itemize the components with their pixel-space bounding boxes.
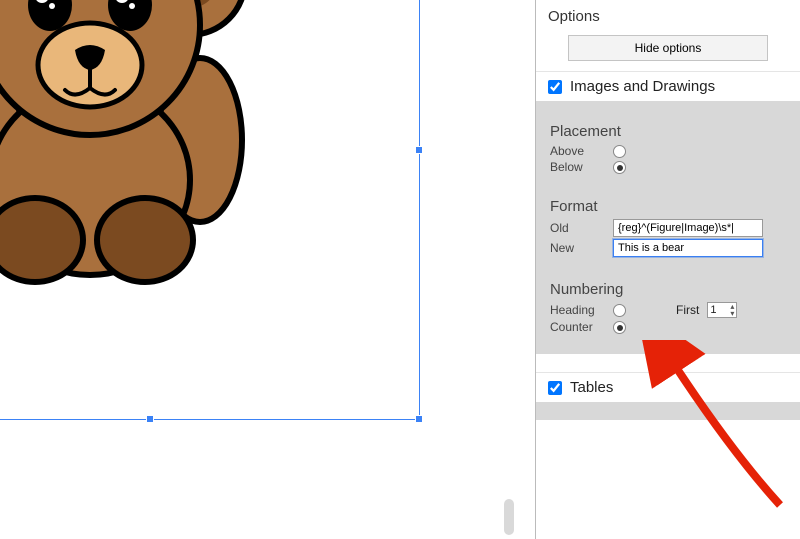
section-body-tables <box>536 402 800 420</box>
placement-above-radio[interactable] <box>613 145 626 158</box>
numbering-first-stepper[interactable]: 1 ▴▾ <box>707 302 737 318</box>
resize-handle-corner[interactable] <box>415 415 423 423</box>
format-old-label: Old <box>550 221 605 235</box>
numbering-first-value: 1 <box>710 304 716 316</box>
placement-below-label: Below <box>550 160 605 174</box>
format-old-input[interactable] <box>613 219 763 237</box>
options-panel: Options Hide options Images and Drawings… <box>535 0 800 539</box>
scrollbar-thumb[interactable] <box>504 499 514 535</box>
placement-below-radio[interactable] <box>613 161 626 174</box>
section-header-images[interactable]: Images and Drawings <box>536 71 800 101</box>
section-header-tables[interactable]: Tables <box>536 372 800 402</box>
placement-above-row[interactable]: Above <box>550 144 786 158</box>
section-label-images: Images and Drawings <box>570 78 715 95</box>
placement-below-row[interactable]: Below <box>550 160 786 174</box>
format-new-label: New <box>550 241 605 255</box>
options-title: Options <box>536 0 800 31</box>
format-title: Format <box>550 176 786 215</box>
numbering-counter-label: Counter <box>550 320 605 334</box>
numbering-counter-radio[interactable] <box>613 321 626 334</box>
numbering-title: Numbering <box>550 259 786 298</box>
section-label-tables: Tables <box>570 379 613 396</box>
placement-title: Placement <box>550 113 786 140</box>
format-new-input[interactable] <box>613 239 763 257</box>
placement-above-label: Above <box>550 144 605 158</box>
document-canvas[interactable] <box>0 0 520 539</box>
numbering-counter-row[interactable]: Counter <box>550 320 786 334</box>
numbering-first-label: First <box>676 303 699 317</box>
format-old-row: Old <box>550 219 786 237</box>
teddy-bear-image[interactable] <box>0 0 290 290</box>
format-new-row: New <box>550 239 786 257</box>
numbering-heading-row[interactable]: Heading First 1 ▴▾ <box>550 302 786 318</box>
section-body-images: Placement Above Below Format Old New Num… <box>536 101 800 354</box>
resize-handle-right[interactable] <box>415 146 423 154</box>
numbering-heading-radio[interactable] <box>613 304 626 317</box>
resize-handle-bottom[interactable] <box>146 415 154 423</box>
stepper-arrows-icon[interactable]: ▴▾ <box>730 303 734 317</box>
hide-options-button[interactable]: Hide options <box>568 35 768 61</box>
tables-checkbox[interactable] <box>548 381 562 395</box>
numbering-heading-label: Heading <box>550 303 605 317</box>
images-checkbox[interactable] <box>548 80 562 94</box>
